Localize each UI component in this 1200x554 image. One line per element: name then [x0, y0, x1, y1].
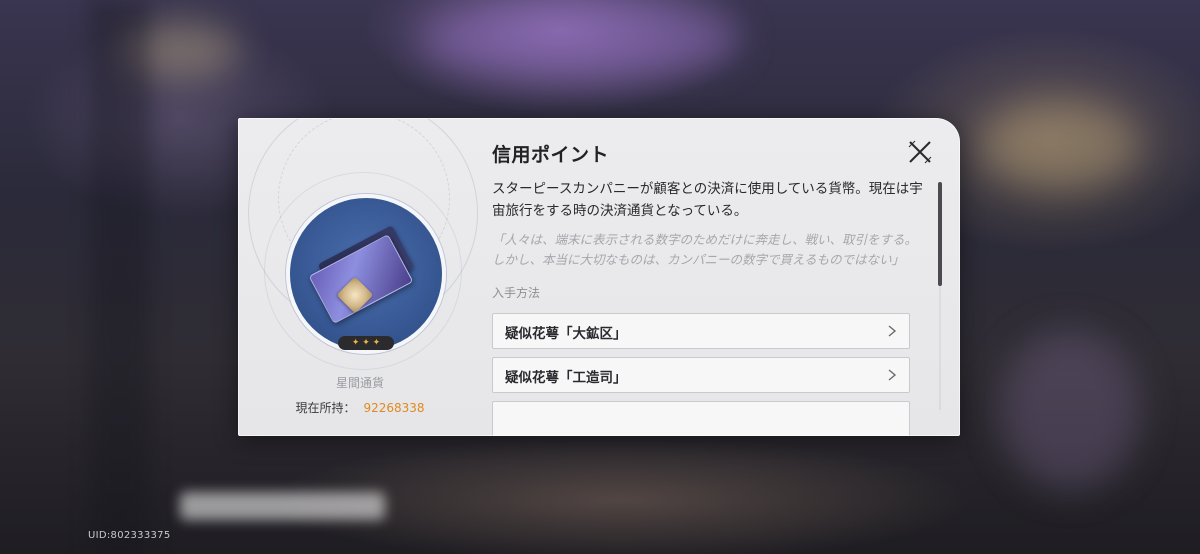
rarity-badge: ✦ ✦ ✦ — [338, 336, 394, 350]
item-description: スターピースカンパニーが顧客との決済に使用している貨幣。現在は宇宙旅行をする時の… — [492, 181, 923, 219]
dialog-title: 信用ポイント — [492, 144, 610, 166]
credit-card-icon — [286, 194, 446, 354]
background-glow — [1000, 330, 1140, 490]
item-preview-panel: ✦ ✦ ✦ 星間通貨 現在所持： 92268338 — [238, 118, 482, 436]
source-button-artisanship-commission[interactable]: 疑似花萼「工造司」 — [492, 357, 910, 393]
item-type-label: 星間通貨 — [335, 376, 384, 390]
game-screen: UID:802333375 ✦ ✦ ✦ 星間通貨 現在所持： 92268338 信… — [0, 0, 1200, 554]
item-flavor-quote: 「人々は、端末に表示される数字のためだけに奔走し、戦い、取引をする。しかし、本当… — [492, 232, 918, 267]
close-button[interactable] — [906, 138, 934, 166]
chevron-right-icon — [888, 325, 897, 337]
rarity-stars: ✦ ✦ ✦ — [351, 338, 381, 348]
owned-value: 92268338 — [363, 401, 425, 415]
source-label: 疑似花萼「工造司」 — [505, 370, 627, 386]
acquire-section-label: 入手方法 — [492, 286, 541, 300]
source-button-partial[interactable] — [492, 401, 910, 436]
source-button-great-mine[interactable]: 疑似花萼「大鉱区」 — [492, 313, 910, 349]
scrollbar-thumb[interactable] — [938, 182, 942, 286]
description-scroll-area[interactable]: スターピースカンパニーが顧客との決済に使用している貨幣。現在は宇宙旅行をする時の… — [492, 178, 932, 436]
chevron-right-icon — [888, 369, 897, 381]
close-x-icon — [908, 140, 932, 164]
blurred-input-bar — [180, 492, 385, 520]
owned-label: 現在所持： — [295, 401, 356, 415]
owned-row: 現在所持： 92268338 — [238, 399, 482, 416]
blurred-side-menu — [90, 0, 150, 554]
item-detail-dialog: ✦ ✦ ✦ 星間通貨 現在所持： 92268338 信用ポイント スターピースカン… — [238, 118, 960, 436]
source-label: 疑似花萼「大鉱区」 — [505, 326, 627, 342]
background-glow — [420, 0, 740, 80]
uid-label: UID:802333375 — [88, 530, 171, 541]
background-glow — [980, 100, 1140, 190]
